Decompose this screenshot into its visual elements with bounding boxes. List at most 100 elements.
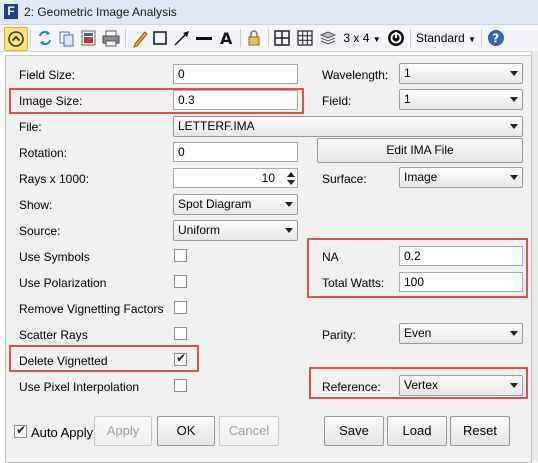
scatter-rays-checkbox[interactable] [174, 327, 187, 340]
collapse-settings-icon[interactable] [4, 27, 28, 51]
reference-select[interactable]: Vertex [399, 375, 523, 396]
na-input[interactable]: 0.2 [399, 246, 523, 266]
chevron-down-icon [510, 331, 518, 336]
edit-ima-file-button[interactable]: Edit IMA File [317, 138, 523, 163]
load-button[interactable]: Load [387, 416, 447, 446]
lock-icon[interactable] [244, 27, 264, 49]
surface-select[interactable]: Image [399, 167, 523, 188]
spin-down-icon[interactable] [287, 180, 295, 185]
auto-apply-checkbox[interactable]: ✔ [14, 423, 27, 438]
wavelength-value: 1 [404, 66, 411, 80]
copy-icon[interactable] [57, 27, 77, 49]
show-value: Spot Diagram [178, 197, 252, 211]
wavelength-select[interactable]: 1 [399, 63, 523, 84]
rotation-label: Rotation: [19, 146, 68, 160]
image-size-input[interactable]: 0.3 [173, 90, 298, 110]
parity-value: Even [404, 326, 432, 340]
use-symbols-label: Use Symbols [19, 250, 90, 264]
spin-up-icon[interactable] [287, 172, 295, 177]
geometric-image-analysis-window: F 2: Geometric Image Analysis A 3 x 4 ▼ … [0, 0, 538, 463]
parity-label: Parity: [322, 328, 357, 342]
pixel-interpolation-label: Use Pixel Interpolation [19, 380, 140, 394]
chevron-down-icon [510, 124, 518, 129]
svg-text:A: A [220, 29, 233, 48]
refresh-icon[interactable] [35, 27, 55, 49]
pixel-interpolation-checkbox[interactable] [174, 379, 187, 392]
vertical-scrollbar[interactable] [531, 51, 538, 462]
pencil-icon[interactable] [130, 27, 150, 49]
image-size-label: Image Size: [19, 94, 83, 108]
show-select[interactable]: Spot Diagram [173, 194, 298, 215]
arrow-line-icon[interactable] [172, 27, 192, 49]
total-watts-label: Total Watts: [322, 276, 385, 290]
print-icon[interactable] [101, 27, 121, 49]
total-watts-input[interactable]: 100 [399, 272, 523, 292]
source-label: Source: [19, 224, 61, 238]
delete-vignetted-checkbox[interactable]: ✔ [174, 351, 187, 366]
wavelength-label: Wavelength: [322, 68, 389, 82]
power-toggle-icon[interactable] [385, 27, 407, 49]
title-bar: F 2: Geometric Image Analysis [0, 0, 538, 25]
remove-vignetting-checkbox[interactable] [174, 301, 187, 314]
export-icon[interactable] [79, 27, 99, 49]
parity-select[interactable]: Even [399, 323, 523, 344]
use-polarization-label: Use Polarization [19, 276, 107, 290]
reference-value: Vertex [404, 378, 439, 392]
remove-vignetting-label: Remove Vignetting Factors [19, 302, 164, 316]
file-label: File: [19, 120, 42, 134]
svg-text:?: ? [492, 32, 499, 46]
chevron-down-icon [285, 228, 293, 233]
window-layout-icon[interactable] [272, 27, 292, 49]
field-label: Field: [322, 94, 352, 108]
layers-icon[interactable] [318, 27, 338, 49]
app-logo-icon: F [4, 4, 18, 19]
help-icon[interactable]: ? [485, 27, 507, 49]
style-label: Standard [416, 31, 465, 45]
surface-value: Image [404, 170, 438, 184]
reset-button[interactable]: Reset [450, 416, 510, 446]
file-select[interactable]: LETTERF.IMA [173, 116, 523, 137]
use-symbols-checkbox[interactable] [174, 249, 187, 262]
file-value: LETTERF.IMA [178, 119, 255, 133]
reference-label: Reference: [322, 380, 381, 394]
chevron-down-icon: ▼ [468, 35, 476, 44]
toolbar: A 3 x 4 ▼ Standard ▼ ? [0, 25, 538, 52]
layout-label: 3 x 4 [343, 31, 370, 45]
show-label: Show: [19, 198, 53, 212]
chevron-down-icon [510, 383, 518, 388]
style-dropdown[interactable]: Standard ▼ [414, 27, 478, 49]
window-title: 2: Geometric Image Analysis [24, 5, 177, 19]
field-size-input[interactable]: 0 [173, 64, 298, 84]
surface-label: Surface: [322, 172, 367, 186]
ok-button[interactable]: OK [157, 416, 215, 446]
source-select[interactable]: Uniform [173, 220, 298, 241]
use-polarization-checkbox[interactable] [174, 275, 187, 288]
na-label: NA [322, 250, 339, 264]
field-size-label: Field Size: [19, 68, 76, 82]
save-button[interactable]: Save [324, 416, 384, 446]
source-value: Uniform [178, 223, 221, 237]
button-bar: ✔ Auto Apply Apply OK Cancel Save Load R… [5, 406, 532, 463]
checkmark-icon: ✔ [16, 423, 27, 437]
settings-panel: Field Size: 0 Image Size: 0.3 File: LETT… [5, 55, 532, 407]
rays-value: 10 [261, 171, 275, 185]
rays-label: Rays x 1000: [19, 172, 90, 186]
chevron-down-icon: ▼ [372, 35, 381, 44]
grid-icon[interactable] [295, 27, 315, 49]
field-value: 1 [404, 92, 411, 106]
chevron-down-icon [510, 175, 518, 180]
rays-spinner[interactable]: 10 [173, 168, 298, 188]
checkmark-icon: ✔ [176, 351, 187, 365]
scatter-rays-label: Scatter Rays [19, 328, 88, 342]
delete-vignetted-label: Delete Vignetted [19, 354, 108, 368]
cancel-button[interactable]: Cancel [219, 416, 279, 446]
auto-apply-label: Auto Apply [31, 425, 94, 440]
line-icon[interactable] [194, 27, 214, 49]
chevron-down-icon [510, 71, 518, 76]
rotation-input[interactable]: 0 [173, 142, 298, 162]
layout-dropdown[interactable]: 3 x 4 ▼ [342, 27, 382, 49]
rectangle-icon[interactable] [151, 27, 169, 49]
text-tool-icon[interactable]: A [216, 27, 236, 49]
apply-button[interactable]: Apply [94, 416, 152, 446]
field-select[interactable]: 1 [399, 89, 523, 110]
